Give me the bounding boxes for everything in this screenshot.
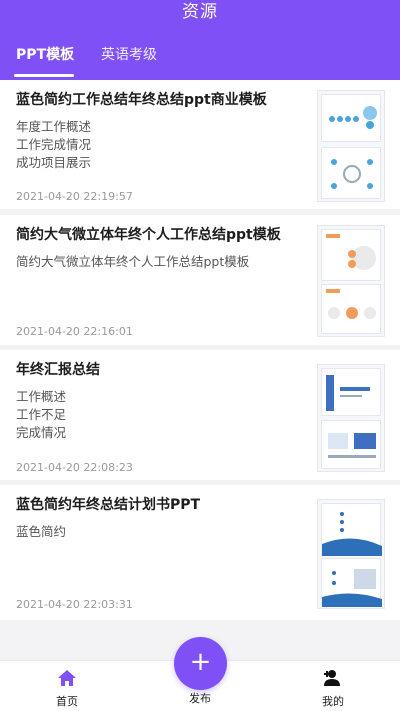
thumbnail-slide (321, 229, 381, 281)
item-timestamp: 2021-04-20 22:16:01 (16, 325, 133, 338)
item-line: 蓝色简约 (16, 524, 67, 539)
slide-diagram (326, 234, 376, 270)
item-line: 工作不足 (16, 407, 67, 422)
publish-label: 发布 (189, 692, 211, 705)
nav-mine-label: 我的 (322, 695, 344, 708)
thumbnail-slide (321, 558, 382, 607)
item-title: 蓝色简约工作总结年终总结ppt商业模板 (16, 92, 267, 108)
item-line: 完成情况 (16, 425, 67, 440)
slide-diagram (326, 289, 376, 319)
nav-mine[interactable]: 我的 (303, 669, 363, 709)
slide-diagram (329, 106, 377, 129)
slide-diagram (322, 512, 382, 556)
nav-home-label: 首页 (56, 695, 78, 708)
thumbnail-slide (321, 420, 381, 469)
item-description: 工作概述 工作不足 完成情况 (16, 388, 306, 442)
item-title: 简约大气微立体年终个人工作总结ppt模板 (16, 227, 281, 243)
slide-diagram (331, 159, 373, 189)
publish-button[interactable]: + (174, 637, 227, 690)
item-thumbnail (317, 499, 385, 609)
slide-diagram (328, 433, 376, 458)
thumbnail-slide (321, 147, 381, 199)
thumbnail-slide (321, 284, 381, 334)
thumbnail-slide (321, 503, 382, 556)
item-timestamp: 2021-04-20 22:03:31 (16, 598, 133, 611)
item-thumbnail (317, 225, 385, 337)
item-title: 年终汇报总结 (16, 362, 100, 378)
item-description: 年度工作概述 工作完成情况 成功项目展示 (16, 118, 306, 172)
active-tab-indicator (14, 74, 74, 77)
thumbnail-slide (321, 94, 381, 142)
nav-home[interactable]: 首页 (37, 669, 97, 709)
item-line: 简约大气微立体年终个人工作总结ppt模板 (16, 254, 250, 269)
item-line: 年度工作概述 (16, 119, 92, 134)
slide-diagram (326, 375, 370, 411)
item-title: 蓝色简约年终总结计划书PPT (16, 497, 201, 513)
item-timestamp: 2021-04-20 22:19:57 (16, 190, 133, 203)
page-title: 资源 (182, 2, 218, 22)
tab-bar: PPT模板 英语考级 (0, 40, 400, 80)
item-thumbnail (317, 364, 385, 472)
add-user-icon (324, 670, 340, 686)
plus-icon: + (189, 647, 212, 677)
app-header: 资源 PPT模板 英语考级 (0, 0, 400, 80)
item-description: 蓝色简约 (16, 523, 306, 541)
list-item[interactable]: 简约大气微立体年终个人工作总结ppt模板 简约大气微立体年终个人工作总结ppt模… (0, 215, 400, 345)
home-icon (58, 670, 76, 686)
slide-diagram (322, 569, 382, 607)
tab-english-exam[interactable]: 英语考级 (101, 40, 157, 80)
item-line: 成功项目展示 (16, 155, 92, 170)
list-item[interactable]: 蓝色简约工作总结年终总结ppt商业模板 年度工作概述 工作完成情况 成功项目展示… (0, 80, 400, 209)
item-line: 工作概述 (16, 389, 67, 404)
item-line: 工作完成情况 (16, 137, 92, 152)
item-description: 简约大气微立体年终个人工作总结ppt模板 (16, 253, 306, 271)
item-thumbnail (317, 90, 385, 202)
item-timestamp: 2021-04-20 22:08:23 (16, 461, 133, 474)
list-item[interactable]: 蓝色简约年终总结计划书PPT 蓝色简约 2021-04-20 22:03:31 (0, 485, 400, 620)
list-item[interactable]: 年终汇报总结 工作概述 工作不足 完成情况 2021-04-20 22:08:2… (0, 350, 400, 480)
thumbnail-slide (321, 368, 381, 416)
